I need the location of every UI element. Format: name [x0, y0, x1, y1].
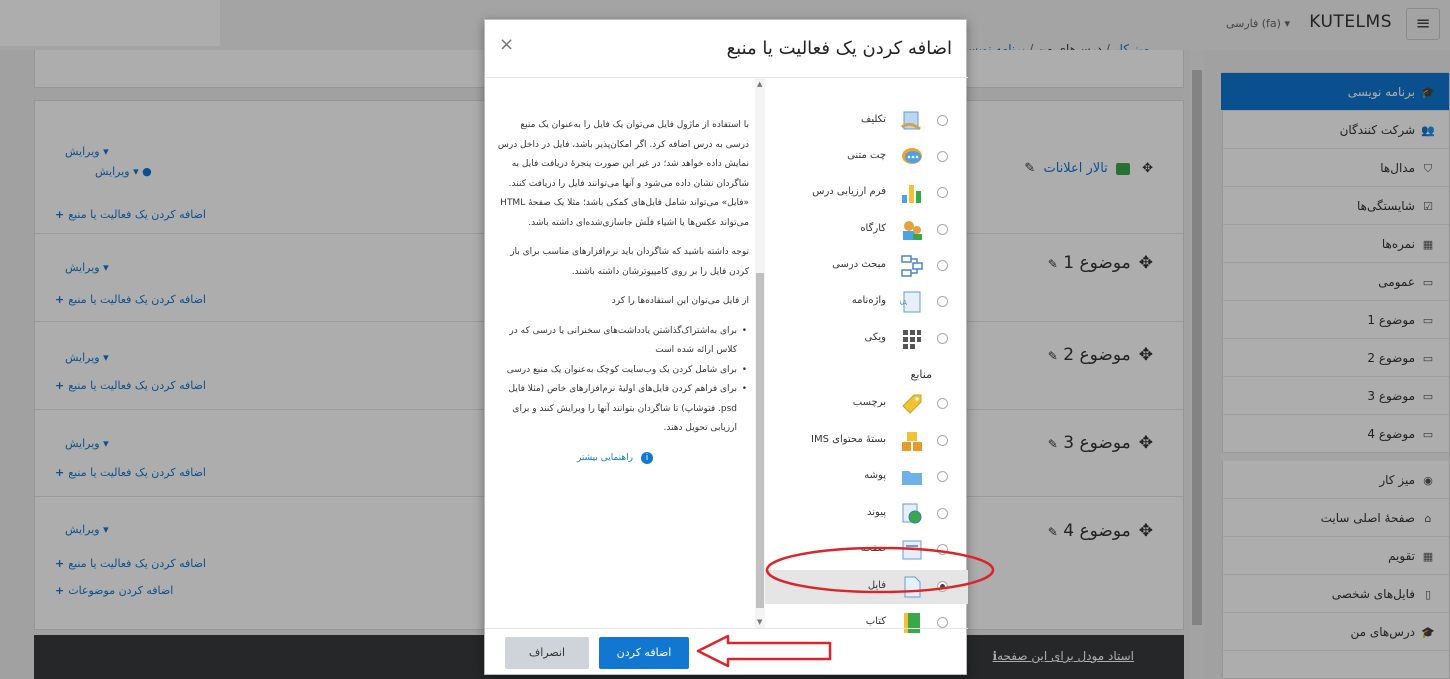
dialog-header: اضافه کردن یک فعالیت یا منبع × — [485, 20, 968, 78]
page-icon — [900, 538, 924, 562]
option-label: برچسب — [852, 397, 886, 408]
add-button[interactable]: اضافه کردن — [599, 637, 689, 669]
svg-text:AA: AA — [900, 299, 907, 307]
option-label: پیوند — [867, 507, 886, 518]
option-file[interactable]: فایل — [765, 570, 968, 604]
activity-chooser-dialog: اضافه کردن یک فعالیت یا منبع × منابع تکل… — [484, 19, 968, 676]
options-list[interactable]: منابع تکلیف چت متنی فرم ارزیابی درس کارگاه م… — [765, 78, 968, 633]
help-paragraph: توجه داشته باشید که شاگردان باید نرم‌افز… — [510, 247, 749, 277]
radio-button[interactable] — [937, 471, 948, 482]
folder-icon — [900, 465, 924, 489]
info-icon: i — [641, 451, 653, 464]
scroll-down-arrow[interactable]: ▼ — [757, 618, 762, 626]
option-page[interactable]: صفحه — [765, 533, 968, 567]
label-tag-icon — [900, 392, 924, 416]
resources-heading: منابع — [910, 368, 932, 381]
radio-button[interactable] — [937, 260, 948, 271]
chat-icon — [900, 145, 924, 169]
radio-button[interactable] — [937, 115, 948, 126]
help-paragraph: از فایل می‌توان این استفاده‌ها را کرد — [611, 296, 749, 306]
option-workshop[interactable]: کارگاه — [765, 213, 968, 247]
help-panel: با استفاده از ماژول فایل می‌توان یک فایل… — [497, 116, 749, 468]
radio-button[interactable] — [937, 617, 948, 628]
workshop-icon — [900, 218, 924, 242]
option-label: چت متنی — [847, 150, 886, 161]
radio-button[interactable] — [937, 187, 948, 198]
option-folder[interactable]: پوشه — [765, 460, 968, 494]
assignment-icon — [900, 109, 924, 133]
help-list-item: برای شامل کردن یک وب‌سایت کوچک به‌عنوان … — [497, 361, 747, 381]
option-label: فرم ارزیابی درس — [812, 186, 886, 197]
option-label-tag[interactable]: برچسب — [765, 387, 968, 421]
wiki-icon — [900, 327, 924, 351]
help-list-item: برای به‌اشتراک‌گذاشتن یادداشت‌های سخنران… — [497, 322, 747, 361]
option-glossary[interactable]: AA واژه‌نامه — [765, 285, 968, 319]
file-icon — [900, 575, 924, 599]
scrollbar-thumb[interactable] — [756, 273, 764, 608]
more-help-link[interactable]: iراهنمایی بیشتر — [497, 449, 749, 469]
radio-button[interactable] — [937, 544, 948, 555]
option-label: واژه‌نامه — [851, 295, 886, 306]
option-label: فایل — [867, 580, 886, 591]
ims-package-icon — [900, 429, 924, 453]
option-lesson[interactable]: مبحث درسی — [765, 249, 968, 283]
radio-button[interactable] — [937, 581, 948, 592]
radio-button[interactable] — [937, 296, 948, 307]
scroll-up-arrow[interactable]: ▲ — [757, 80, 762, 88]
option-label: تکلیف — [861, 114, 886, 125]
radio-button[interactable] — [937, 224, 948, 235]
radio-button[interactable] — [937, 508, 948, 519]
option-label: مبحث درسی — [832, 259, 886, 270]
dialog-body: منابع تکلیف چت متنی فرم ارزیابی درس کارگاه م… — [485, 78, 968, 633]
radio-button[interactable] — [937, 435, 948, 446]
option-label: کتاب — [865, 616, 886, 627]
feedback-chart-icon — [900, 181, 924, 205]
option-feedback-chart[interactable]: فرم ارزیابی درس — [765, 176, 968, 210]
glossary-icon: AA — [897, 290, 924, 314]
option-label: صفحه — [860, 543, 886, 554]
close-icon[interactable]: × — [499, 34, 514, 55]
radio-button[interactable] — [937, 151, 948, 162]
option-ims-package[interactable]: بستهٔ محتوای IMS — [765, 424, 968, 458]
option-label: پوشه — [864, 470, 886, 481]
options-scrollbar[interactable]: ▲ ▼ — [755, 78, 765, 628]
option-chat[interactable]: چت متنی — [765, 140, 968, 174]
option-label: کارگاه — [860, 223, 886, 234]
option-assignment[interactable]: تکلیف — [765, 104, 968, 138]
url-globe-icon — [900, 502, 924, 526]
radio-button[interactable] — [937, 398, 948, 409]
option-label: ویکی — [864, 332, 886, 343]
dialog-title: اضافه کردن یک فعالیت یا منبع — [726, 38, 952, 59]
help-list: برای به‌اشتراک‌گذاشتن یادداشت‌های سخنران… — [497, 322, 749, 439]
option-wiki[interactable]: ویکی — [765, 322, 968, 356]
cancel-button[interactable]: انصراف — [505, 637, 589, 669]
option-url-globe[interactable]: پیوند — [765, 497, 968, 531]
option-label: بستهٔ محتوای IMS — [811, 434, 886, 445]
radio-button[interactable] — [937, 333, 948, 344]
help-list-item: برای فراهم کردن فایل‌های اولیهٔ نرم‌افزا… — [497, 380, 747, 439]
lesson-icon — [900, 254, 924, 278]
help-paragraph: با استفاده از ماژول فایل می‌توان یک فایل… — [497, 120, 749, 228]
dialog-footer: اضافه کردن انصراف — [485, 628, 968, 676]
